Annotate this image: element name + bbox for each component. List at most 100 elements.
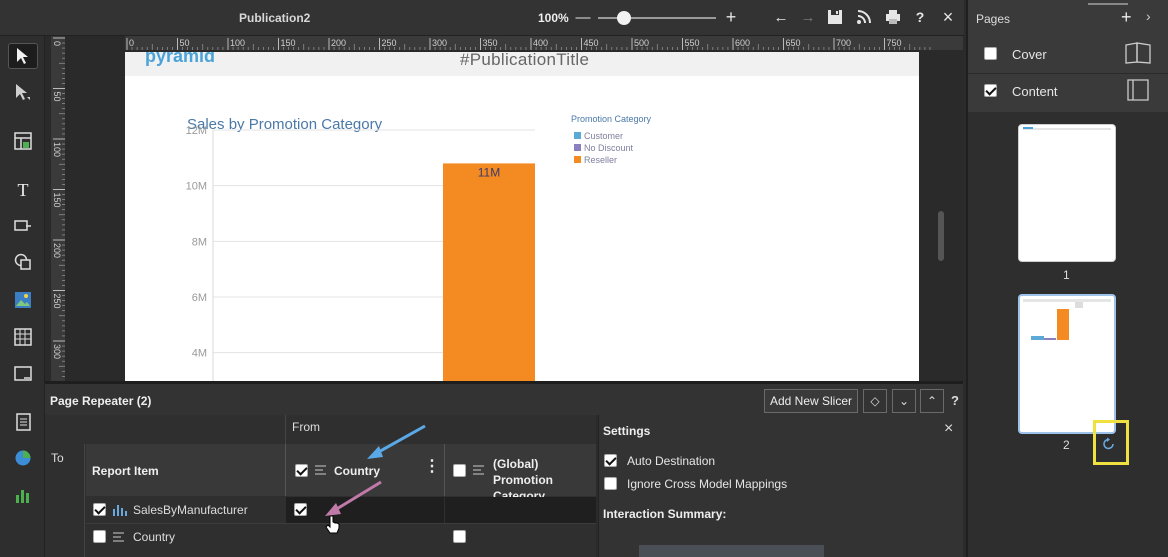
pages-panel-header: Pages + › Cover Content [968,0,1168,112]
ruler-tick-label: 0 [52,41,62,46]
auto-destination-label[interactable]: Auto Destination [627,454,715,468]
rss-icon[interactable] [853,6,875,28]
text-tool-icon[interactable]: T [8,177,38,203]
save-icon[interactable] [824,6,846,28]
page-thumbnail-2[interactable] [1018,294,1116,434]
vertical-ruler: 0 50 100 150 200 250 300 [51,36,65,387]
legend-swatch [574,132,581,139]
ruler-tick-label: 450 [584,38,599,48]
ruler-tick-label: 150 [52,193,62,208]
layout-table-icon[interactable] [8,128,38,154]
move-down-icon[interactable]: ⌄ [892,389,916,413]
interaction-grid: From To Report Item Country ⋮ (Global) P… [45,415,596,557]
page-thumbnail-1[interactable] [1018,124,1116,262]
legend-swatch [574,144,581,151]
ruler-tick-label: 550 [685,38,700,48]
clear-slicer-icon[interactable]: ◇ [863,389,887,413]
book-open-icon [1125,42,1151,64]
pages-panel: Pages + › Cover Content 1 2 [966,0,1168,557]
y-tick-label: 10M [186,181,207,193]
help-icon[interactable]: ? [909,6,931,28]
settings-close-icon[interactable]: × [944,420,953,438]
publication-title: Publication2 [239,11,311,25]
auto-destination-checkbox[interactable] [604,454,617,467]
ruler-tick-label: 700 [836,38,851,48]
publication-page[interactable]: pyramid #PublicationTitle Sales by Promo… [125,52,919,381]
interaction-summary-preview [639,545,824,557]
app-window: Publication2 100% — + ← → ? × T 0 50 100… [0,0,1168,557]
ruler-tick-label: 250 [52,294,62,309]
ruler-tick-label: 350 [483,38,498,48]
y-tick-label: 4M [192,348,207,360]
select-pointer-icon[interactable] [8,43,38,69]
content-label[interactable]: Content [1012,84,1058,99]
page-number-2: 2 [1063,438,1070,452]
ruler-tick-label: 150 [281,38,296,48]
refresh-icon[interactable] [1102,437,1116,451]
bar-chart-icon[interactable] [8,482,38,508]
page-item-content[interactable]: Content [968,73,1168,109]
page-repeater-header: Page Repeater (2) Add New Slicer ◇ ⌄ ⌃ ? [45,381,963,415]
shapes-icon[interactable] [8,249,38,275]
zoom-out-icon[interactable]: — [572,6,594,28]
zoom-in-icon[interactable]: + [720,6,742,28]
pie-chart-icon[interactable] [8,445,38,471]
redo-arrow-icon[interactable]: → [797,6,819,28]
page-repeater-title: Page Repeater (2) [50,394,152,408]
y-tick-label: 12M [186,125,207,137]
ruler-tick-label: 200 [331,38,346,48]
cover-checkbox[interactable] [984,47,997,60]
page-number-1: 1 [1063,268,1070,282]
ruler-tick-label: 200 [52,243,62,258]
repeater-help-icon[interactable]: ? [951,393,959,408]
canvas-scrollbar[interactable] [938,211,944,261]
ruler-tick-label: 100 [52,142,62,157]
ruler-tick-label: 250 [382,38,397,48]
book-icon [1127,79,1149,101]
design-canvas[interactable]: 0 50 100 150 200 250 300 350 400 450 500 550 600 650 7… [45,36,963,387]
ruler-tick-label: 600 [735,38,750,48]
ruler-tick-label: 500 [634,38,649,48]
print-icon[interactable] [882,6,904,28]
settings-panel: Settings × Auto Destination Ignore Cross… [598,415,963,557]
ignore-cross-model-checkbox[interactable] [604,477,617,490]
image-tool-icon[interactable] [8,287,38,313]
sales-bar-chart[interactable]: Sales by Promotion Category 2M4M6M8M10M1… [125,52,919,381]
chevron-right-icon[interactable]: › [1146,8,1151,24]
left-toolbar: T [0,36,45,557]
ruler-tick-label: 100 [230,38,245,48]
dynamic-text-icon[interactable] [8,213,38,239]
legend-item: Reseller [584,155,617,165]
undo-arrow-icon[interactable]: ← [770,6,792,28]
move-up-icon[interactable]: ⌃ [920,389,944,413]
ignore-cross-model-label[interactable]: Ignore Cross Model Mappings [627,477,787,491]
zoom-slider-thumb[interactable] [617,11,631,25]
content-checkbox[interactable] [984,84,997,97]
report-content-icon[interactable] [8,409,38,435]
ruler-tick-label: 750 [887,38,902,48]
add-page-icon[interactable]: + [1121,7,1132,28]
bar-reseller [443,163,535,381]
ruler-tick-label: 50 [52,92,62,102]
ruler-tick-label: 0 [129,38,134,48]
cover-label[interactable]: Cover [1012,47,1047,62]
page-item-cover[interactable]: Cover [968,36,1168,72]
legend-item: Customer [584,131,623,141]
annotation-arrows [325,424,426,516]
legend-item: No Discount [584,143,634,153]
close-icon[interactable]: × [937,6,959,28]
ruler-tick-label: 300 [432,38,447,48]
multi-select-pointer-icon[interactable] [8,79,38,105]
horizontal-ruler: 0 50 100 150 200 250 300 350 400 450 500 550 600 650 7… [125,36,963,50]
zoom-slider-track[interactable] [598,17,716,19]
add-new-slicer-button[interactable]: Add New Slicer [764,389,858,413]
top-toolbar: Publication2 100% — + ← → ? × [0,0,964,36]
grid-table-icon[interactable] [8,324,38,350]
legend-title: Promotion Category [571,114,652,124]
ruler-tick-label: 650 [786,38,801,48]
settings-title: Settings [603,424,651,438]
legend-swatch [574,156,581,163]
panel-icon[interactable] [8,361,38,387]
ruler-tick-label: 50 [180,38,190,48]
zoom-level: 100% [538,11,569,25]
